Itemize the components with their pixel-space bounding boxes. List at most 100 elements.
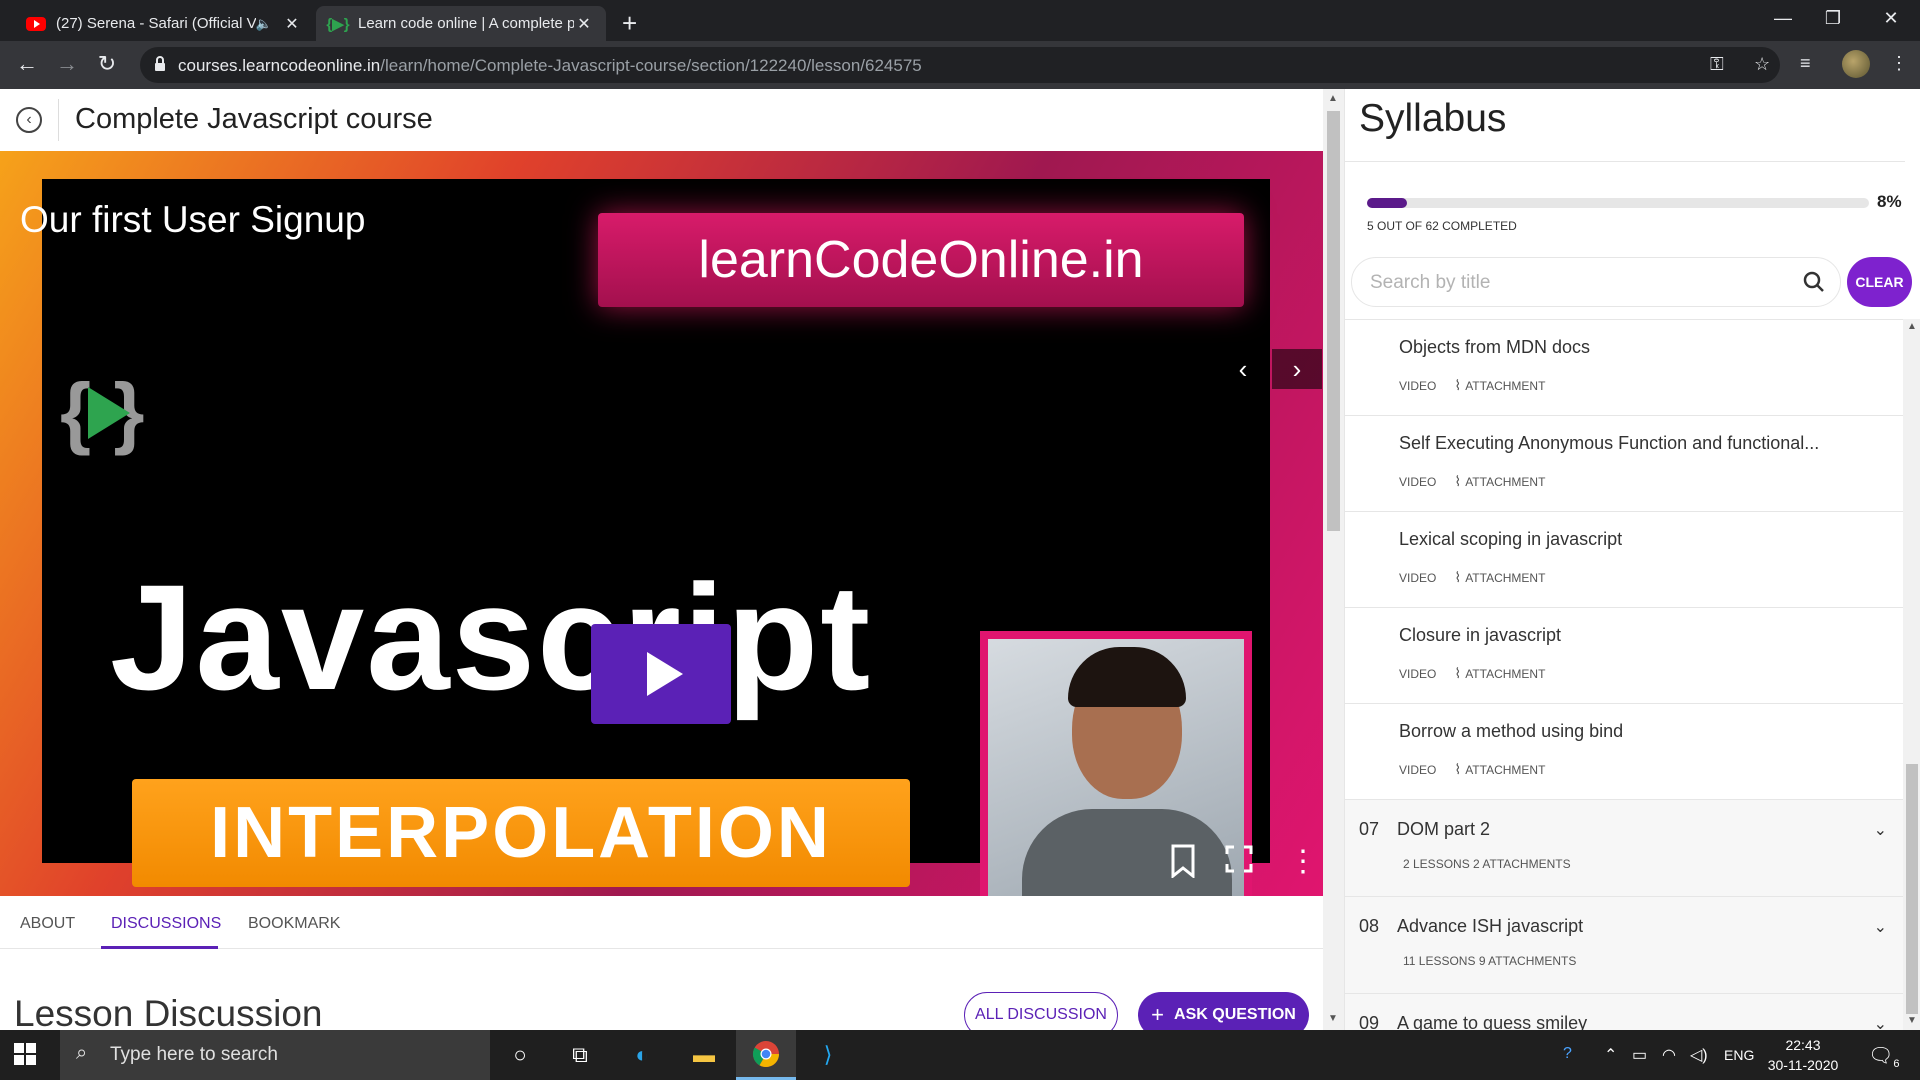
chevron-down-icon[interactable]: ⌄ [1874,820,1887,840]
video-player[interactable]: { } learnCodeOnline.in Javascript INTERP… [0,151,1323,896]
chevron-down-icon[interactable]: ⌄ [1874,917,1887,937]
all-discussion-button[interactable]: ALL DISCUSSION [964,992,1118,1030]
close-window-icon[interactable]: ✕ [1876,8,1906,29]
taskbar-search-input[interactable]: ⌕ Type here to search [60,1030,490,1080]
lesson-item[interactable]: Closure in javascript VIDEO ⌇ ATTACHMENT [1345,608,1903,704]
tab-bookmark[interactable]: BOOKMARK [248,915,340,933]
volume-icon[interactable]: ◁) [1690,1045,1708,1065]
video-label: VIDEO [1399,762,1437,777]
taskbar-search-placeholder: Type here to search [110,1044,278,1065]
syllabus-scrollbar[interactable]: ▲ ▼ [1903,319,1920,1030]
chevron-up-icon[interactable]: ⌃ [1604,1045,1617,1065]
lco-favicon-icon: {▶} [326,15,350,33]
play-button[interactable] [591,624,731,724]
play-icon [647,652,683,696]
star-icon[interactable]: ☆ [1754,54,1770,75]
lesson-meta: VIDEO ⌇ ATTACHMENT [1399,377,1545,394]
section-number: 09 [1359,1013,1380,1030]
fullscreen-icon[interactable] [1224,844,1254,882]
chrome-icon[interactable] [736,1030,796,1080]
lesson-item[interactable]: Borrow a method using bind VIDEO ⌇ ATTACHM… [1345,704,1903,800]
scroll-up-icon[interactable]: ▲ [1328,93,1338,104]
completed-count: 5 OUT OF 62 COMPLETED [1367,219,1517,233]
back-arrow-icon[interactable]: ← [12,51,42,77]
speaker-mute-icon[interactable]: 🔈 [256,16,272,32]
page-scrollbar[interactable]: ▲ ▼ [1323,89,1344,1030]
thumbnail-banner: INTERPOLATION [132,779,910,887]
windows-start-icon[interactable] [14,1043,36,1070]
bookmark-icon[interactable] [1168,844,1198,886]
previous-lesson-icon[interactable]: ‹ [1218,349,1268,389]
scroll-down-icon[interactable]: ▼ [1907,1015,1917,1026]
close-tab-icon[interactable]: ✕ [574,14,594,34]
url-host: courses.learncodeonline.in [178,56,381,75]
scrollbar-thumb[interactable] [1327,111,1340,531]
lesson-item[interactable]: Objects from MDN docs VIDEO ⌇ ATTACHMENT [1345,320,1903,416]
lesson-title: Closure in javascript [1399,625,1562,645]
syllabus-panel: Syllabus 8% 5 OUT OF 62 COMPLETED Search… [1344,89,1920,1030]
edge-icon[interactable]: ◐ [612,1030,672,1080]
more-options-icon[interactable]: ⋮ [1288,844,1318,879]
section-item-07[interactable]: 07 DOM part 2 2 LESSONS 2 ATTACHMENTS ⌄ [1345,800,1903,897]
media-control-icon[interactable]: ≡ [1800,53,1811,74]
lesson-meta: VIDEO ⌇ ATTACHMENT [1399,761,1545,778]
syllabus-search-input[interactable]: Search by title [1351,257,1841,307]
notification-icon[interactable]: 🗨6 [1868,1043,1900,1070]
paperclip-icon: ⌇ [1454,377,1462,393]
clock[interactable]: 22:43 30-11-2020 [1758,1035,1848,1075]
restore-icon[interactable]: ❐ [1818,8,1848,29]
section-item-09[interactable]: 09 A game to guess smiley ⌄ [1345,994,1903,1030]
browser-tab-youtube[interactable]: (27) Serena - Safari (Official V 🔈 ✕ [14,6,314,41]
windows-taskbar: ⌕ Type here to search ○ ⧉ ◐ ▬ ⟩ ? ⌃ ▭ ◠ … [0,1030,1920,1080]
section-title: Advance ISH javascript [1397,916,1584,936]
language-indicator[interactable]: ENG [1724,1047,1754,1063]
address-bar[interactable]: courses.learncodeonline.in/learn/home/Co… [140,47,1780,83]
reload-icon[interactable]: ↻ [92,51,122,77]
new-tab-button[interactable]: + [622,8,637,39]
lesson-title: Self Executing Anonymous Function and fu… [1399,433,1820,453]
video-label: VIDEO [1399,570,1437,585]
attachment-label: ATTACHMENT [1465,570,1546,585]
section-item-08[interactable]: 08 Advance ISH javascript 11 LESSONS 9 A… [1345,897,1903,994]
profile-avatar[interactable] [1842,50,1870,78]
next-lesson-icon[interactable]: › [1272,349,1322,389]
clock-date: 30-11-2020 [1767,1057,1839,1073]
page: ‹ Complete Javascript course { } learnCo… [0,89,1920,1030]
clear-button[interactable]: CLEAR [1847,257,1912,307]
wifi-icon[interactable]: ◠ [1662,1045,1676,1065]
chevron-down-icon[interactable]: ⌄ [1874,1014,1887,1030]
attachment-label: ATTACHMENT [1465,666,1546,681]
tab-discussions[interactable]: DISCUSSIONS [111,915,221,933]
lesson-item[interactable]: Lexical scoping in javascript VIDEO ⌇ ATTA… [1345,512,1903,608]
cortana-icon[interactable]: ○ [490,1030,550,1080]
forward-arrow-icon[interactable]: → [52,51,82,77]
vscode-icon[interactable]: ⟩ [798,1030,858,1080]
minimize-icon[interactable]: — [1768,8,1798,29]
ask-question-button[interactable]: + ASK QUESTION [1138,992,1309,1030]
key-icon[interactable]: ⚿ [1710,54,1724,75]
task-view-icon[interactable]: ⧉ [550,1030,610,1080]
lesson-title: Borrow a method using bind [1399,721,1624,741]
lesson-meta: VIDEO ⌇ ATTACHMENT [1399,665,1545,682]
ask-question-label: ASK QUESTION [1174,1006,1296,1023]
battery-icon[interactable]: ▭ [1632,1045,1647,1065]
lesson-title: Objects from MDN docs [1399,337,1591,357]
help-icon[interactable]: ? [1563,1045,1572,1063]
tab-about[interactable]: ABOUT [20,915,75,933]
browser-tab-learncodeonline[interactable]: {▶} Learn code online | A complete p ✕ [316,6,606,41]
section-title: A game to guess smiley [1397,1013,1588,1030]
plus-icon: + [1151,1002,1165,1027]
lesson-item[interactable]: Self Executing Anonymous Function and fu… [1345,416,1903,512]
scroll-down-icon[interactable]: ▼ [1328,1013,1338,1024]
close-tab-icon[interactable]: ✕ [282,14,302,34]
tab-title: (27) Serena - Safari (Official V [56,15,256,32]
syllabus-title: Syllabus [1359,97,1507,140]
file-explorer-icon[interactable]: ▬ [674,1030,734,1080]
search-icon[interactable] [1802,270,1826,299]
menu-dots-icon[interactable]: ⋮ [1890,53,1908,74]
scroll-up-icon[interactable]: ▲ [1907,321,1917,332]
course-header: ‹ Complete Javascript course [0,89,1323,151]
paperclip-icon: ⌇ [1454,569,1462,585]
scrollbar-thumb[interactable] [1906,764,1918,1014]
back-circle-icon[interactable]: ‹ [16,107,42,133]
